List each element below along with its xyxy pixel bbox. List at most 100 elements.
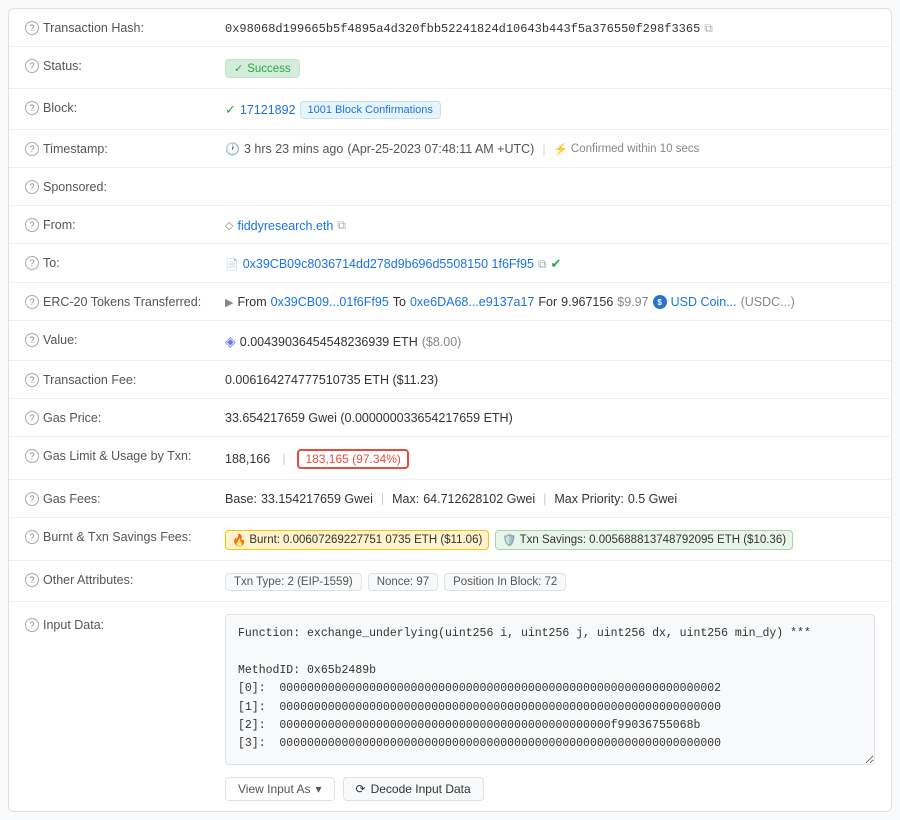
savings-icon: 🛡️ (502, 533, 516, 547)
decode-input-button[interactable]: ⟳ Decode Input Data (343, 777, 484, 801)
copy-from-icon[interactable]: ⧉ (337, 218, 346, 233)
copy-to-icon[interactable]: ⧉ (538, 257, 547, 272)
decode-icon: ⟳ (356, 782, 366, 796)
sponsored-label: ? Sponsored: (25, 178, 225, 194)
status-help-icon[interactable]: ? (25, 59, 39, 73)
block-label: ? Block: (25, 99, 225, 115)
burnt-value-text: 0.00607269227751 0735 ETH ($11.06) (283, 534, 482, 546)
gas-fees-help-icon[interactable]: ? (25, 492, 39, 506)
max-priority-label: Max Priority: (554, 492, 623, 506)
input-data-box: Function: exchange_underlying(uint256 i,… (225, 614, 875, 765)
erc20-to-text: To (393, 295, 406, 309)
to-label: ? To: (25, 254, 225, 270)
status-row: ? Status: Success (9, 47, 891, 89)
savings-value-text: 0.005688813748792095 ETH ($10.36) (589, 534, 786, 546)
erc20-arrow-icon: ▶ (225, 296, 233, 309)
erc20-amount: 9.967156 (561, 295, 613, 309)
timestamp-value: 🕐 3 hrs 23 mins ago (Apr-25-2023 07:48:1… (225, 140, 875, 156)
from-label: ? From: (25, 216, 225, 232)
erc20-for-text: For (538, 295, 557, 309)
timestamp-help-icon[interactable]: ? (25, 142, 39, 156)
tx-fee-label: ? Transaction Fee: (25, 371, 225, 387)
gas-price-help-icon[interactable]: ? (25, 411, 39, 425)
block-help-icon[interactable]: ? (25, 101, 39, 115)
from-row: ? From: ◇ fiddyresearch.eth ⧉ (9, 206, 891, 244)
sponsored-help-icon[interactable]: ? (25, 180, 39, 194)
copy-hash-icon[interactable]: ⧉ (704, 21, 713, 36)
block-check-icon: ✓ (225, 102, 236, 118)
lightning-icon: ⚡ (554, 142, 568, 156)
gas-fees-value: Base: 33.154217659 Gwei | Max: 64.712628… (225, 490, 875, 506)
value-help-icon[interactable]: ? (25, 333, 39, 347)
value-label: ? Value: (25, 331, 225, 347)
block-value: ✓ 17121892 1001 Block Confirmations (225, 99, 875, 119)
view-input-button[interactable]: View Input As ▾ (225, 777, 335, 801)
timestamp-label: ? Timestamp: (25, 140, 225, 156)
input-data-value: Function: exchange_underlying(uint256 i,… (225, 612, 875, 801)
status-badge: Success (225, 59, 300, 78)
timestamp-row: ? Timestamp: 🕐 3 hrs 23 mins ago (Apr-25… (9, 130, 891, 168)
timestamp-ago: 3 hrs 23 mins ago (244, 142, 343, 156)
gas-price-row: ? Gas Price: 33.654217659 Gwei (0.000000… (9, 399, 891, 437)
txn-type-tag: Txn Type: 2 (EIP-1559) (225, 573, 362, 591)
diamond-from-icon: ◇ (225, 219, 233, 232)
hash-help-icon[interactable]: ? (25, 21, 39, 35)
erc20-help-icon[interactable]: ? (25, 295, 39, 309)
input-data-help-icon[interactable]: ? (25, 618, 39, 632)
erc20-value: ▶ From 0x39CB09...01f6Ff95 To 0xe6DA68..… (225, 293, 875, 309)
tx-fee-text: 0.006164274777510735 ETH ($11.23) (225, 373, 438, 387)
to-row: ? To: 📄 0x39CB09c8036714dd278d9b696d5508… (9, 244, 891, 283)
gas-fees-label: ? Gas Fees: (25, 490, 225, 506)
from-address-link[interactable]: fiddyresearch.eth (237, 219, 333, 233)
usdc-icon: $ (653, 295, 667, 309)
input-data-buttons: View Input As ▾ ⟳ Decode Input Data (225, 777, 484, 801)
status-value: Success (225, 57, 875, 78)
erc20-row: ? ERC-20 Tokens Transferred: ▶ From 0x39… (9, 283, 891, 321)
block-number-link[interactable]: 17121892 (240, 103, 296, 117)
other-attrs-label: ? Other Attributes: (25, 571, 225, 587)
from-help-icon[interactable]: ? (25, 218, 39, 232)
burnt-help-icon[interactable]: ? (25, 530, 39, 544)
erc20-from-addr[interactable]: 0x39CB09...01f6Ff95 (271, 295, 389, 309)
erc20-to-addr[interactable]: 0xe6DA68...e9137a17 (410, 295, 534, 309)
burnt-savings-value: 🔥 Burnt: 0.00607269227751 0735 ETH ($11.… (225, 528, 875, 550)
gas-limit-text: 188,166 (225, 452, 270, 466)
gas-limit-value: 188,166 | 183,165 (97.34%) (225, 447, 875, 469)
erc20-usd: $9.97 (617, 295, 648, 309)
tx-fee-row: ? Transaction Fee: 0.006164274777510735 … (9, 361, 891, 399)
block-confirmations-badge: 1001 Block Confirmations (300, 101, 441, 119)
other-attrs-help-icon[interactable]: ? (25, 573, 39, 587)
value-row: ? Value: ◈ 0.00439036454548236939 ETH ($… (9, 321, 891, 361)
gas-fees-row: ? Gas Fees: Base: 33.154217659 Gwei | Ma… (9, 480, 891, 518)
value-usd-text: ($8.00) (422, 335, 462, 349)
from-value: ◇ fiddyresearch.eth ⧉ (225, 216, 875, 233)
erc20-token-abbr: (USDC...) (741, 295, 795, 309)
gas-used-text: 183,165 (305, 452, 348, 466)
gas-price-text: 33.654217659 Gwei (0.000000033654217659 … (225, 411, 513, 425)
hash-text: 0x98068d199665b5f4895a4d320fbb52241824d1… (225, 22, 700, 36)
savings-badge: 🛡️ Txn Savings: 0.005688813748792095 ETH… (495, 530, 793, 550)
erc20-label: ? ERC-20 Tokens Transferred: (25, 293, 225, 309)
max-fee-label: Max: (392, 492, 419, 506)
clock-icon: 🕐 (225, 142, 240, 156)
to-address-link[interactable]: 0x39CB09c8036714dd278d9b696d5508150 1f6F… (243, 257, 534, 271)
transaction-hash-label: ? Transaction Hash: (25, 19, 225, 35)
position-tag: Position In Block: 72 (444, 573, 566, 591)
tx-fee-value: 0.006164274777510735 ETH ($11.23) (225, 371, 875, 387)
block-row: ? Block: ✓ 17121892 1001 Block Confirmat… (9, 89, 891, 130)
value-eth-text: 0.00439036454548236939 ETH (240, 335, 418, 349)
to-help-icon[interactable]: ? (25, 256, 39, 270)
tx-fee-help-icon[interactable]: ? (25, 373, 39, 387)
timestamp-date: (Apr-25-2023 07:48:11 AM +UTC) (347, 142, 534, 156)
confirmed-badge: ⚡ Confirmed within 10 secs (554, 142, 700, 156)
other-attrs-value: Txn Type: 2 (EIP-1559) Nonce: 97 Positio… (225, 571, 875, 591)
erc20-token-link[interactable]: USD Coin... (671, 295, 737, 309)
to-value: 📄 0x39CB09c8036714dd278d9b696d5508150 1f… (225, 254, 875, 272)
burnt-badge: 🔥 Burnt: 0.00607269227751 0735 ETH ($11.… (225, 530, 489, 550)
status-label: ? Status: (25, 57, 225, 73)
gas-limit-label: ? Gas Limit & Usage by Txn: (25, 447, 225, 463)
gas-limit-help-icon[interactable]: ? (25, 449, 39, 463)
burnt-savings-row: ? Burnt & Txn Savings Fees: 🔥 Burnt: 0.0… (9, 518, 891, 561)
sponsored-value (225, 178, 875, 180)
base-fee-label: Base: (225, 492, 257, 506)
